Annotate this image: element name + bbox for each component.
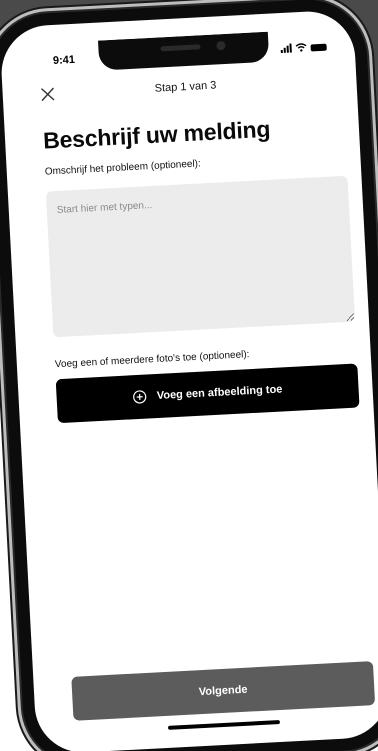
scene: 9:41 Stap 1 van 3 Beschrijf uw melding O… [0,0,378,751]
add-image-label: Voeg een afbeelding toe [156,383,283,403]
status-icons [280,42,327,54]
battery-icon [310,43,327,52]
speaker-grille [160,44,201,52]
app-screen: 9:41 Stap 1 van 3 Beschrijf uw melding O… [18,27,378,742]
plus-circle-icon [133,390,147,404]
phone-frame: 9:41 Stap 1 van 3 Beschrijf uw melding O… [0,0,378,751]
front-camera [216,40,226,51]
wifi-icon [295,43,307,52]
add-image-button[interactable]: Voeg een afbeelding toe [55,363,360,424]
next-button[interactable]: Volgende [71,661,376,721]
page-title: Beschrijf uw melding [42,115,271,154]
signal-icon [280,43,292,54]
description-label: Omschrijf het probleem (optioneel): [44,158,202,178]
home-indicator [167,720,281,730]
step-indicator: Stap 1 van 3 [154,79,217,95]
next-label: Volgende [198,683,248,699]
photo-label: Voeg een of meerdere foto's toe (optione… [54,349,250,371]
status-time: 9:41 [52,53,76,67]
description-input[interactable] [45,175,356,338]
